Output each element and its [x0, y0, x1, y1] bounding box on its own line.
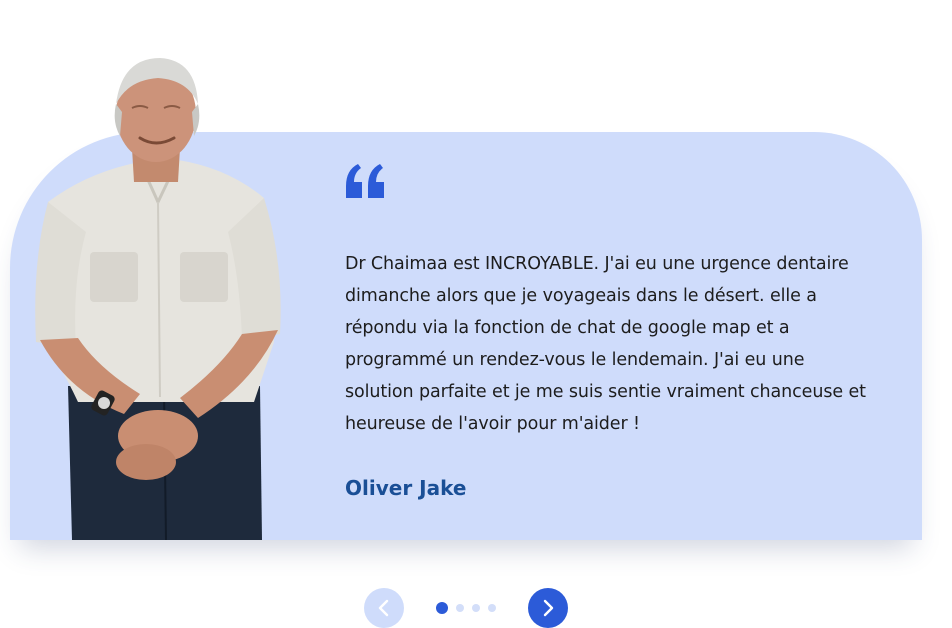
carousel-dot-4[interactable]: [488, 604, 496, 612]
chevron-left-icon: [378, 599, 389, 617]
carousel-dot-2[interactable]: [456, 604, 464, 612]
carousel-next-button[interactable]: [528, 588, 568, 628]
carousel-prev-button[interactable]: [364, 588, 404, 628]
quote-open-icon: [346, 164, 384, 198]
testimonial-text: Dr Chaimaa est INCROYABLE. J'ai eu une u…: [345, 254, 866, 434]
testimonial-author: Oliver Jake: [345, 476, 467, 500]
carousel-dot-1[interactable]: [436, 602, 448, 614]
carousel-dot-3[interactable]: [472, 604, 480, 612]
testimonial-section: Dr Chaimaa est INCROYABLE. J'ai eu une u…: [0, 0, 952, 628]
carousel-navigation: [364, 588, 568, 628]
testimonial-person-photo: [35, 58, 281, 540]
chevron-right-icon: [543, 599, 554, 617]
